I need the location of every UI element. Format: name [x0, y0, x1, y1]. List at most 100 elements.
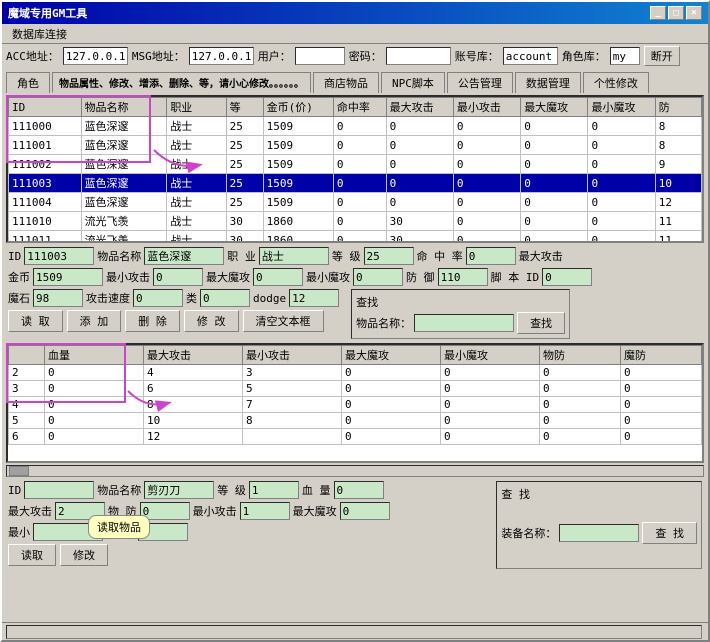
modify-button[interactable]: 修 改: [184, 310, 239, 332]
pwd-label: 密码：: [349, 48, 382, 64]
gold-input[interactable]: [33, 268, 103, 286]
bminmag-input[interactable]: [33, 523, 103, 541]
tab-notice[interactable]: 公告管理: [447, 72, 513, 93]
bth-hp: 血量: [45, 346, 144, 365]
bname-input[interactable]: [144, 481, 214, 499]
hit-input[interactable]: [466, 247, 516, 265]
table-row[interactable]: 111004 蓝色深邃 战士 25 1509 0 0 0 0 0 12: [9, 193, 702, 212]
bhp-label: 血 量: [302, 482, 331, 498]
blevel-input[interactable]: [249, 481, 299, 499]
tab-role[interactable]: 角色: [6, 72, 50, 93]
bth-mdef: 魔防: [621, 346, 702, 365]
job-input[interactable]: [259, 247, 329, 265]
maxmag-label: 最大魔攻: [206, 269, 250, 285]
minatk-label: 最小攻击: [106, 269, 150, 285]
bmaxmag-label: 最大魔攻: [293, 503, 337, 519]
gem-input[interactable]: [33, 289, 83, 307]
table-row[interactable]: 111003 蓝色深邃 战士 25 1509 0 0 0 0 0 10: [9, 174, 702, 193]
statusbar-panel: [6, 625, 702, 639]
search-button[interactable]: 查找: [517, 312, 565, 334]
msg-input[interactable]: [189, 47, 254, 65]
maxmag-input[interactable]: [253, 268, 303, 286]
close-button[interactable]: ×: [686, 6, 702, 20]
disconnect-button[interactable]: 断开: [644, 46, 680, 66]
job-label: 职 业: [227, 248, 256, 264]
table-row[interactable]: 111002 蓝色深邃 战士 25 1509 0 0 0 0 0 9: [9, 155, 702, 174]
search-name-label: 物品名称：: [356, 315, 411, 331]
title-bar: 魔域专用GM工具 _ □ ×: [2, 2, 708, 24]
level-input[interactable]: [364, 247, 414, 265]
dodge-input[interactable]: [289, 289, 339, 307]
bsearch-button[interactable]: 查 找: [642, 522, 697, 544]
table-row[interactable]: 2 0 4 3 0 0 0 0: [9, 365, 702, 381]
table-row[interactable]: 111000 蓝色深邃 战士 25 1509 0 0 0 0 0 8: [9, 117, 702, 136]
bmodify-button[interactable]: 修改: [60, 544, 108, 566]
th-maxatk: 最大攻击: [386, 98, 453, 117]
bpdef-input[interactable]: [140, 502, 190, 520]
minimize-button[interactable]: _: [650, 6, 666, 20]
pwd-input[interactable]: [386, 47, 451, 65]
tab-shop[interactable]: 商店物品: [313, 72, 379, 93]
table-row[interactable]: 5 0 10 8 0 0 0 0: [9, 413, 702, 429]
role-input[interactable]: [610, 47, 640, 65]
equip-name-input[interactable]: [559, 524, 639, 542]
tab-data[interactable]: 数据管理: [515, 72, 581, 93]
bmdef-input[interactable]: [138, 523, 188, 541]
minmag-label: 最小魔攻: [306, 269, 350, 285]
table-row[interactable]: 6 0 12 0 0 0 0: [9, 429, 702, 445]
name-input[interactable]: [144, 247, 224, 265]
id-input[interactable]: [24, 247, 94, 265]
atkspd-input[interactable]: [133, 289, 183, 307]
tab-npc[interactable]: NPC脚本: [381, 72, 445, 93]
bootid-input[interactable]: [542, 268, 592, 286]
top-table: ID 物品名称 职业 等 金币(价) 命中率 最大攻击 最小攻击 最大魔攻 最小…: [8, 97, 702, 243]
bth-pdef: 物防: [540, 346, 621, 365]
tab-personal[interactable]: 个性修改: [583, 72, 649, 93]
table-row[interactable]: 111001 蓝色深邃 战士 25 1509 0 0 0 0 0 8: [9, 136, 702, 155]
bpdef-label: 物 防: [108, 503, 137, 519]
tab-item[interactable]: 物品属性、修改、增添、删除、等，请小心修改。。。。。。: [52, 72, 311, 93]
table-row[interactable]: 111011 流光飞羡 战士 30 1860 0 30 0 0 0 11: [9, 231, 702, 244]
def-input[interactable]: [438, 268, 488, 286]
th-id: ID: [9, 98, 82, 117]
bid-input[interactable]: [24, 481, 94, 499]
bid-label: ID: [8, 484, 21, 497]
msg-label: MSG地址：: [132, 48, 185, 64]
bmaxmag-input[interactable]: [340, 502, 390, 520]
type-input[interactable]: [200, 289, 250, 307]
bminatk-input[interactable]: [240, 502, 290, 520]
bhp-input[interactable]: [334, 481, 384, 499]
connection-toolbar: ACC地址： MSG地址： 用户： 密码： 账号库： 角色库： 断开: [2, 44, 708, 68]
th-name: 物品名称: [81, 98, 167, 117]
bsearch-title: 查 找: [501, 486, 697, 502]
table-row[interactable]: 4 0 8 7 0 0 0 0: [9, 397, 702, 413]
db-input[interactable]: [503, 47, 558, 65]
bth-minatk: 最小攻击: [243, 346, 342, 365]
def-label: 防 御: [406, 269, 435, 285]
bmdef-label: 魔 防: [106, 524, 135, 540]
blevel-label: 等 级: [217, 482, 246, 498]
maximize-button[interactable]: □: [668, 6, 684, 20]
th-def: 防: [655, 98, 701, 117]
hit-label: 命 中 率: [417, 248, 463, 264]
menu-db[interactable]: 数据库连接: [6, 25, 73, 43]
th-hit: 命中率: [333, 98, 386, 117]
gem-label: 魔石: [8, 290, 30, 306]
read-button[interactable]: 读 取: [8, 310, 63, 332]
statusbar: [2, 622, 708, 640]
bmaxatk-input[interactable]: [55, 502, 105, 520]
add-button[interactable]: 添 加: [67, 310, 122, 332]
table-row[interactable]: 3 0 6 5 0 0 0 0: [9, 381, 702, 397]
clear-button[interactable]: 清空文本框: [243, 310, 324, 332]
bootid-label: 脚 本 ID: [491, 269, 540, 285]
user-input[interactable]: [295, 47, 345, 65]
delete-button[interactable]: 删 除: [125, 310, 180, 332]
minmag-input[interactable]: [353, 268, 403, 286]
minatk-input[interactable]: [153, 268, 203, 286]
maxatk-label: 最大攻击: [519, 248, 563, 264]
table-row[interactable]: 111010 流光飞羡 战士 30 1860 0 30 0 0 0 11: [9, 212, 702, 231]
bname-label: 物品名称: [97, 482, 141, 498]
acc-input[interactable]: [63, 47, 128, 65]
bread-button[interactable]: 读取: [8, 544, 56, 566]
search-name-input[interactable]: [414, 314, 514, 332]
